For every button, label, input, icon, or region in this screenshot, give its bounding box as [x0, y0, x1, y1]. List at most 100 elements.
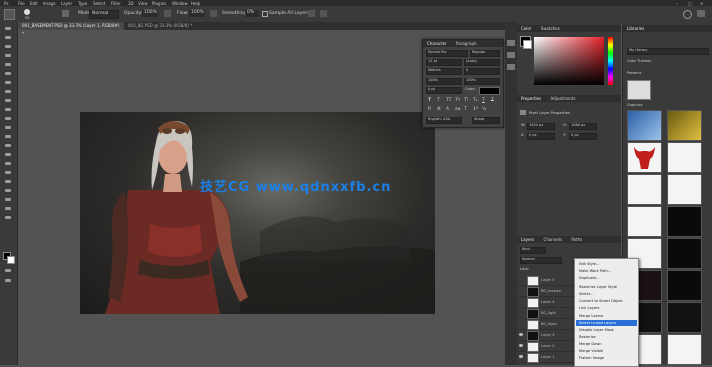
brush-settings-icon[interactable] [62, 10, 69, 17]
titling-button[interactable]: T [464, 107, 467, 113]
ligature-button[interactable]: fi [428, 107, 431, 113]
blur-tool-icon[interactable] [4, 143, 12, 148]
tab-paths[interactable]: Paths [567, 237, 586, 242]
leading-input[interactable]: (Auto) [464, 59, 500, 66]
workspace-icon[interactable] [697, 10, 705, 17]
library-graphic-blue[interactable] [627, 110, 662, 141]
ordinals-button[interactable]: 1ˢᵗ [473, 107, 479, 113]
eraser-tool-icon[interactable] [4, 125, 12, 130]
library-graphic[interactable] [667, 334, 702, 365]
pressure-opacity-icon[interactable] [164, 10, 171, 17]
symmetry-icon[interactable] [320, 10, 327, 17]
pressure-size-icon[interactable] [308, 10, 315, 17]
pen-tool-icon[interactable] [4, 161, 12, 166]
library-graphic[interactable] [667, 142, 702, 173]
font-style-select[interactable]: Regular [470, 50, 500, 57]
paragraph-panel-icon[interactable] [507, 64, 515, 70]
tab-color[interactable]: Color [517, 26, 535, 31]
screen-mode-icon[interactable] [4, 278, 12, 283]
zoom-tool-icon[interactable] [4, 206, 12, 211]
menu-item[interactable]: Make Work Path... [579, 269, 611, 273]
library-graphic[interactable] [627, 174, 662, 205]
search-icon[interactable] [683, 10, 692, 19]
sample-all-checkbox[interactable] [262, 11, 268, 17]
library-graphic-dark[interactable] [667, 270, 702, 301]
y-input[interactable]: 0 px [569, 133, 597, 140]
hand-tool-icon[interactable] [4, 197, 12, 202]
width-input[interactable]: 1920 px [527, 123, 555, 130]
tab-character[interactable]: Character [423, 41, 451, 46]
strikethrough-button[interactable]: T [491, 98, 494, 104]
type-tool-icon[interactable] [4, 170, 12, 175]
tool-preset-picker[interactable] [4, 9, 15, 20]
flow-input[interactable]: 100% [189, 10, 205, 17]
clone-stamp-tool-icon[interactable] [4, 107, 12, 112]
faux-bold-button[interactable]: T [428, 98, 431, 104]
history-brush-tool-icon[interactable] [4, 116, 12, 121]
path-select-tool-icon[interactable] [4, 179, 12, 184]
tab-bg[interactable]: 002_BG.PSD @ 33.3% (RGB/8) * [124, 22, 196, 30]
text-color-swatch[interactable] [479, 87, 500, 95]
gradient-tool-icon[interactable] [4, 134, 12, 139]
smoothing-input[interactable]: 0% [245, 10, 259, 17]
swash-button[interactable]: A [446, 107, 449, 113]
crop-tool-icon[interactable] [4, 62, 12, 67]
language-select[interactable]: English: USA [426, 117, 462, 124]
library-swatch[interactable] [627, 80, 651, 100]
menu-item[interactable]: Rasterize Layer Style [579, 285, 617, 289]
eye-icon[interactable] [519, 333, 523, 336]
tab-swatches[interactable]: Swatches [537, 26, 564, 31]
menu-item[interactable]: Select... [579, 292, 594, 296]
mode-select[interactable]: Normal [89, 10, 119, 19]
hue-slider[interactable] [608, 37, 613, 85]
eye-icon[interactable] [519, 355, 523, 358]
library-graphic-skull[interactable] [627, 142, 662, 173]
tab-paragraph[interactable]: Paragraph [452, 41, 481, 46]
tab-properties[interactable]: Properties [517, 96, 545, 101]
airbrush-icon[interactable] [210, 10, 217, 17]
vertical-scale-input[interactable]: 100% [426, 78, 462, 85]
healing-brush-tool-icon[interactable] [4, 89, 12, 94]
lasso-tool-icon[interactable] [4, 44, 12, 49]
height-input[interactable]: 1080 px [569, 123, 597, 130]
font-family-select[interactable]: Myriad Pro [426, 50, 468, 57]
brush-preview-icon[interactable] [24, 9, 30, 15]
color-field[interactable] [534, 37, 604, 85]
dodge-tool-icon[interactable] [4, 152, 12, 157]
eyedropper-tool-icon[interactable] [4, 80, 12, 85]
small-caps-button[interactable]: Tт [455, 98, 460, 104]
type-panel-icon[interactable] [507, 52, 515, 58]
kerning-input[interactable]: Metrics [426, 68, 462, 75]
menu-item[interactable]: Duplicate... [579, 276, 600, 280]
library-graphic-dark[interactable] [667, 206, 702, 237]
anti-alias-select[interactable]: Sharp [472, 117, 500, 124]
menu-item[interactable]: Edit Style... [579, 262, 600, 266]
quick-mask-icon[interactable] [4, 268, 12, 273]
all-caps-button[interactable]: TT [446, 98, 451, 104]
library-graphic-gold[interactable] [667, 110, 702, 141]
frame-tool-icon[interactable] [4, 71, 12, 76]
quick-select-tool-icon[interactable] [4, 53, 12, 58]
menu-item[interactable]: Flatten Image [579, 356, 604, 360]
history-panel-icon[interactable] [507, 40, 515, 46]
marquee-tool-icon[interactable] [4, 35, 12, 40]
layer-filter-select[interactable]: Kind [520, 247, 546, 254]
menu-item[interactable]: Link Layers [579, 306, 599, 310]
faux-italic-button[interactable]: T [437, 98, 440, 104]
font-size-input[interactable]: 12 pt [426, 59, 462, 66]
move-tool-icon[interactable] [4, 26, 12, 31]
tab-basement[interactable]: 001_BASEMENT.PSD @ 33.3% (Layer 1, RGB/8… [18, 22, 124, 36]
x-input[interactable]: 0 px [527, 133, 555, 140]
color-bg-swatch[interactable] [523, 40, 532, 49]
tracking-input[interactable]: 0 [464, 68, 500, 75]
library-select[interactable]: My Library [627, 48, 709, 55]
menu-item-highlighted[interactable]: Select Linked Layers [579, 321, 616, 325]
horizontal-scale-input[interactable]: 100% [464, 78, 500, 85]
underline-button[interactable]: T [482, 98, 485, 104]
discretionary-ligature-button[interactable]: ﬆ [437, 107, 441, 113]
library-graphic-dark[interactable] [667, 238, 702, 269]
subscript-button[interactable]: T₁ [473, 98, 478, 104]
baseline-shift-input[interactable]: 0 pt [426, 87, 462, 94]
rectangle-tool-icon[interactable] [4, 188, 12, 193]
eye-icon[interactable] [519, 344, 523, 347]
